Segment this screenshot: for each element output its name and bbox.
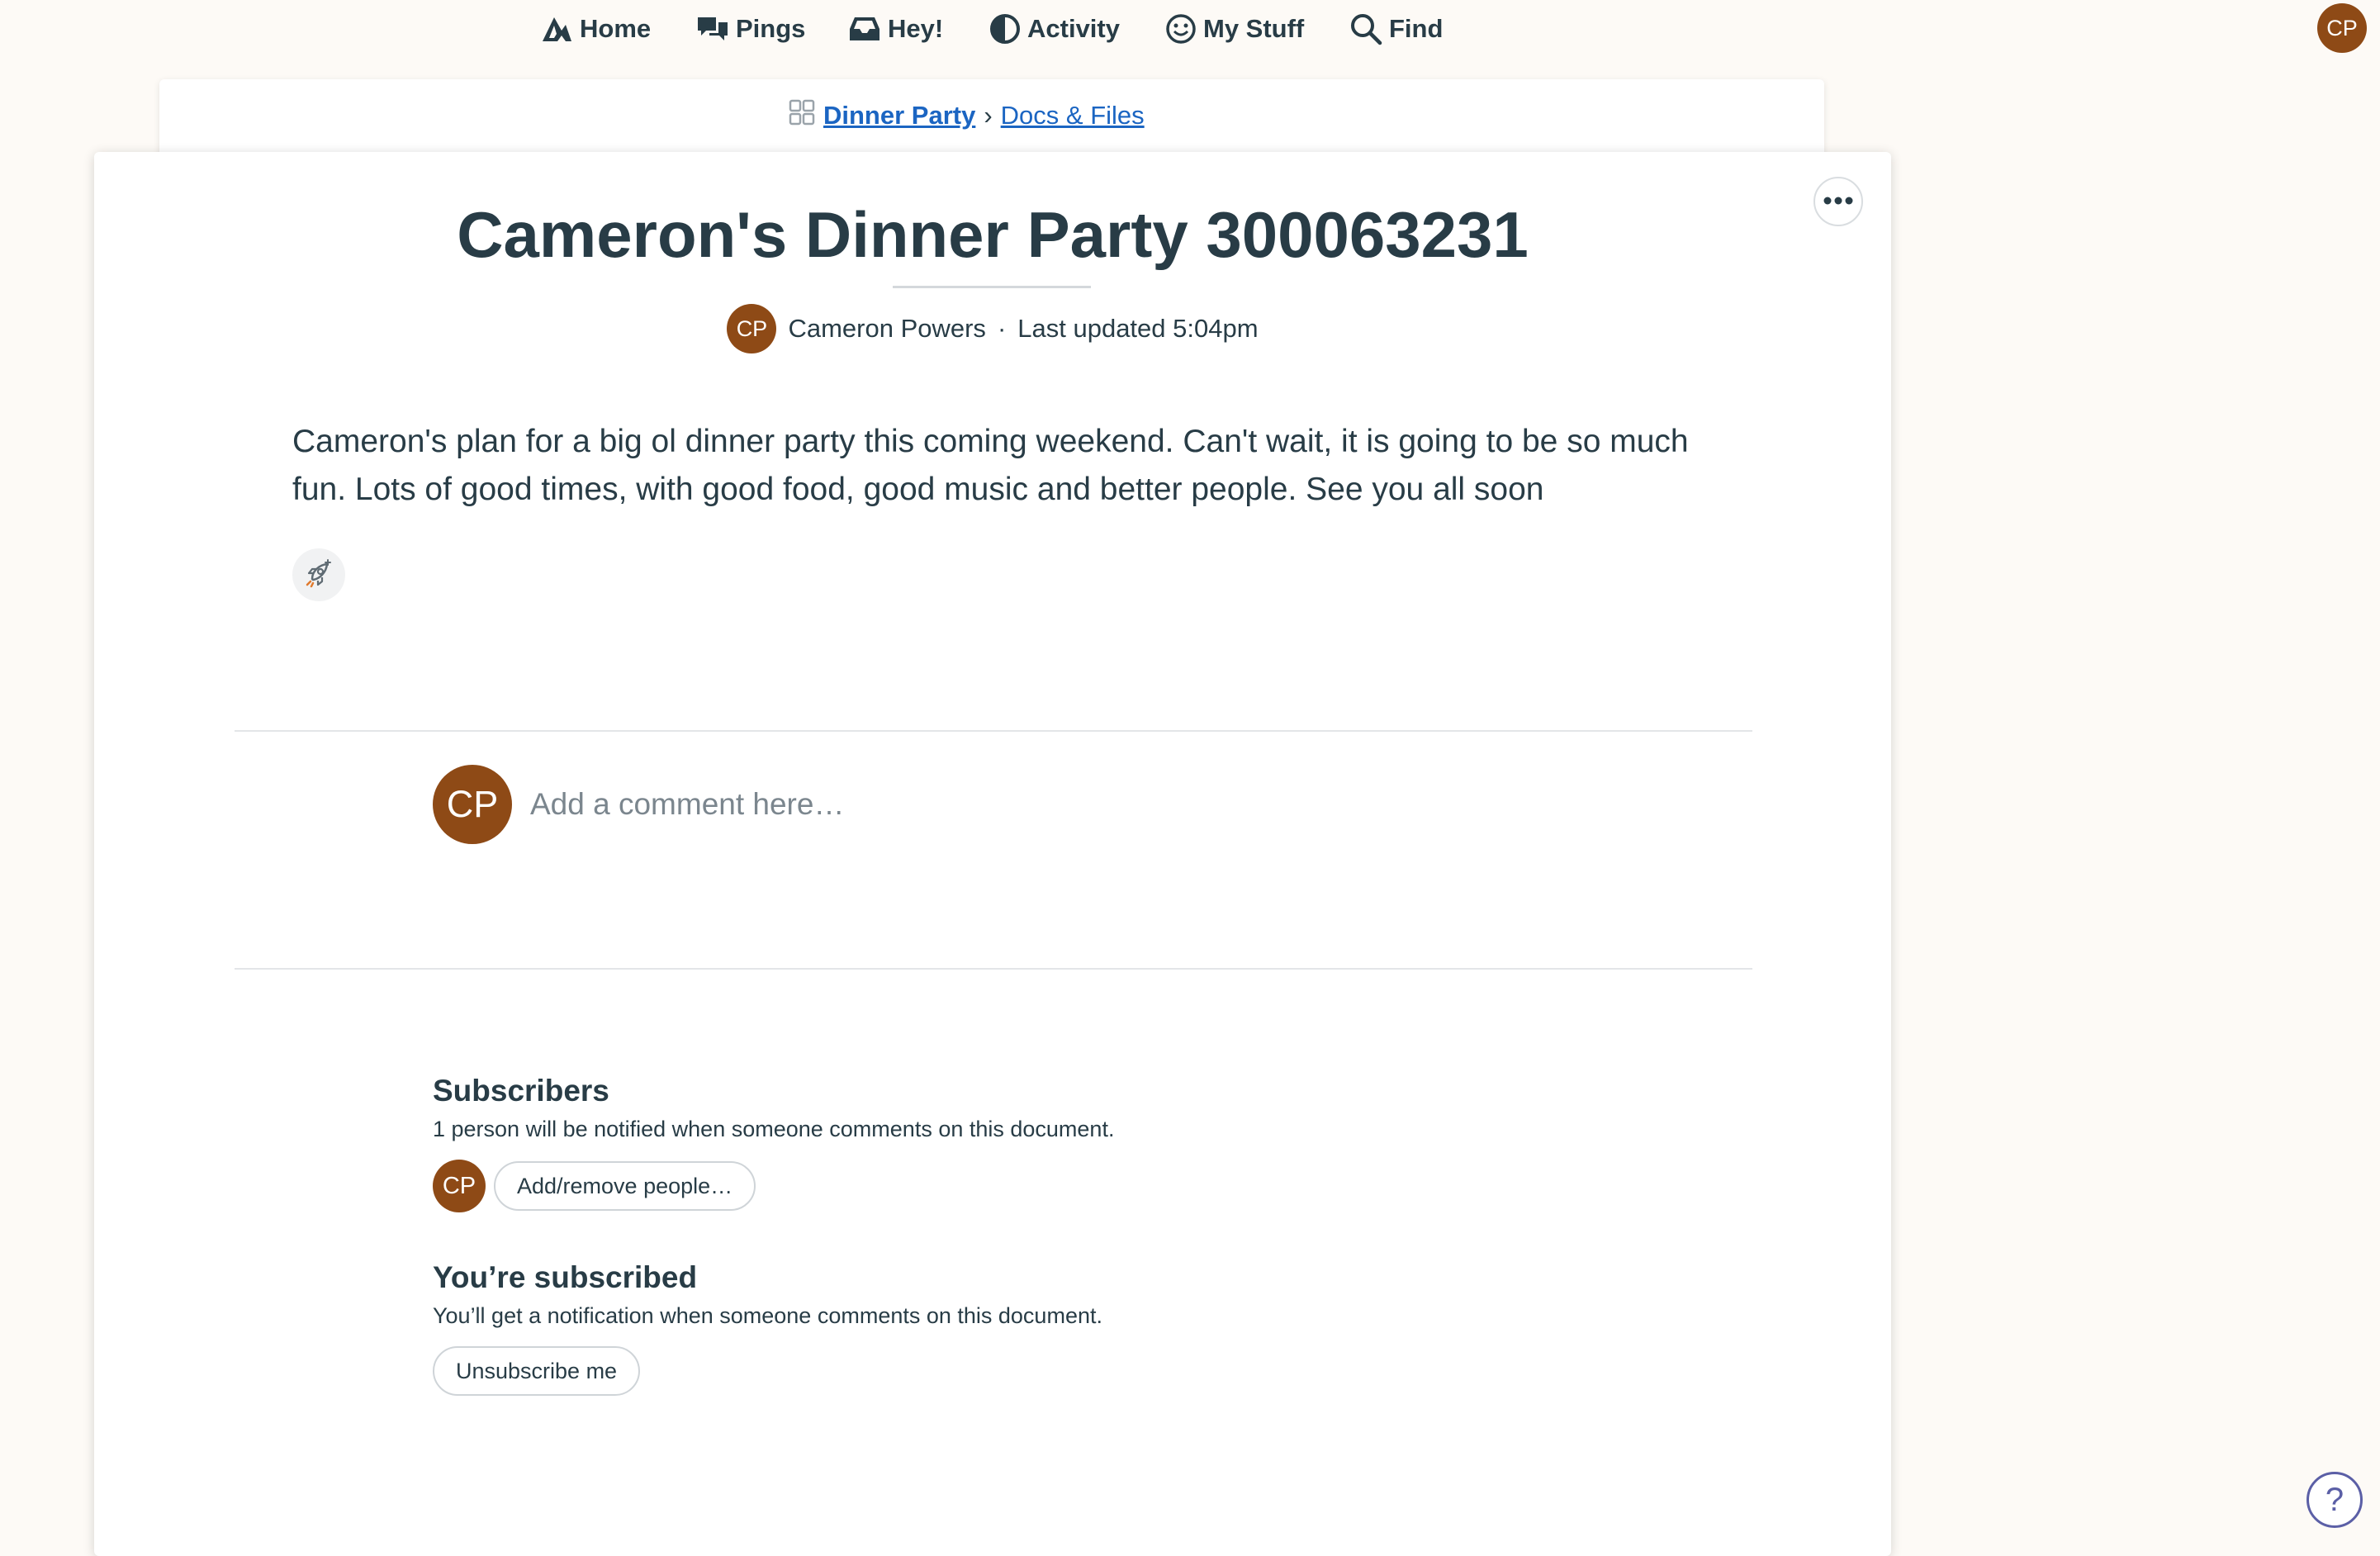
top-navigation: Home Pings Hey! Activity My Stuff Find C…	[0, 0, 2380, 59]
document-title: Cameron's Dinner Party 300063231	[457, 198, 1529, 271]
title-divider	[893, 286, 1091, 288]
nav-hey[interactable]: Hey!	[848, 7, 943, 51]
project-grid-icon	[789, 99, 815, 132]
nav-pings[interactable]: Pings	[696, 7, 805, 51]
comment-avatar: CP	[433, 765, 512, 844]
subscription-heading: You’re subscribed	[433, 1260, 698, 1294]
breadcrumb: Dinner Party › Docs & Files	[789, 97, 1145, 134]
nav-hey-label: Hey!	[888, 14, 944, 43]
subscription-note: You’ll get a notification when someone c…	[433, 1303, 1102, 1328]
smiley-icon	[1165, 13, 1197, 45]
pings-icon	[696, 14, 729, 44]
nav-pings-label: Pings	[736, 14, 806, 43]
nav-activity[interactable]: Activity	[989, 7, 1120, 51]
document-card: Cameron's Dinner Party 300063231 CP Came…	[94, 152, 1891, 1556]
document-body: Cameron's plan for a big ol dinner party…	[292, 424, 1689, 507]
author-name: Cameron Powers	[788, 314, 986, 343]
last-updated: Last updated 5:04pm	[1017, 314, 1259, 343]
breadcrumb-docs-link[interactable]: Docs & Files	[1001, 101, 1145, 130]
subscriber-avatar[interactable]: CP	[433, 1160, 486, 1212]
help-label: ?	[2325, 1481, 2344, 1518]
unsubscribe-button[interactable]: Unsubscribe me	[433, 1346, 641, 1396]
home-icon	[540, 14, 573, 44]
activity-icon	[989, 13, 1021, 45]
breadcrumb-project-link[interactable]: Dinner Party	[823, 101, 975, 130]
comments-divider-top	[235, 730, 1752, 732]
subscribers-note: 1 person will be notified when someone c…	[433, 1117, 1115, 1141]
nav-find[interactable]: Find	[1349, 7, 1443, 51]
nav-my-stuff[interactable]: My Stuff	[1165, 7, 1304, 51]
breadcrumb-separator: ›	[984, 101, 993, 130]
boost-button[interactable]	[292, 548, 345, 601]
nav-home-label: Home	[580, 14, 652, 43]
help-button[interactable]: ?	[2307, 1472, 2363, 1528]
rocket-icon	[302, 557, 335, 594]
comments-divider-bottom	[235, 968, 1752, 970]
hey-inbox-icon	[848, 14, 881, 44]
nav-my-stuff-label: My Stuff	[1203, 14, 1305, 43]
byline-separator: ·	[997, 314, 1007, 343]
nav-home[interactable]: Home	[540, 7, 651, 51]
author-avatar[interactable]: CP	[727, 304, 777, 353]
subscribers-heading: Subscribers	[433, 1074, 609, 1108]
comment-input[interactable]	[530, 781, 1686, 828]
user-avatar[interactable]: CP	[2317, 3, 2367, 53]
document-byline: CP Cameron Powers · Last updated 5:04pm	[94, 304, 1891, 353]
add-remove-people-button[interactable]: Add/remove people…	[494, 1161, 756, 1211]
nav-find-label: Find	[1389, 14, 1444, 43]
search-icon	[1349, 12, 1382, 45]
nav-activity-label: Activity	[1027, 14, 1120, 43]
